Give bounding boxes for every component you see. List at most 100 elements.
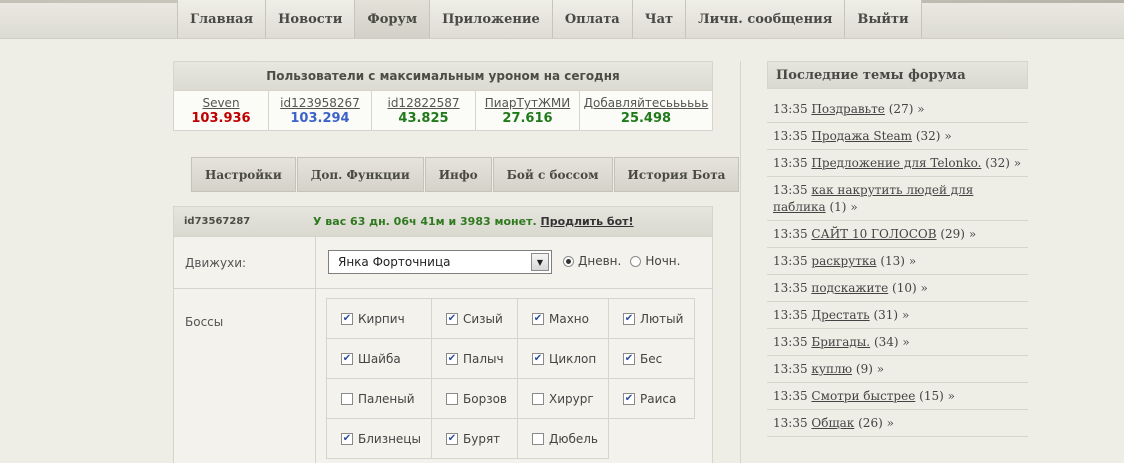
boss-raisa[interactable]: ✔ Раиса <box>609 379 695 419</box>
tab-settings[interactable]: Настройки <box>191 157 296 192</box>
boss-buryat[interactable]: ✔ Бурят <box>432 419 518 459</box>
topic-link[interactable]: Поздравьте <box>811 102 885 116</box>
nav-forum[interactable]: Форум <box>355 0 431 38</box>
topic-link[interactable]: Смотри быстрее <box>811 389 915 403</box>
checkbox[interactable] <box>341 392 353 405</box>
topic-more-link[interactable]: » <box>877 362 884 376</box>
nav-payment[interactable]: Оплата <box>552 0 633 38</box>
nav-messages[interactable]: Личн. сообщения <box>686 0 846 38</box>
list-item: 13:35 Продажа Steam (32) » <box>767 123 1028 150</box>
checkbox[interactable]: ✔ <box>446 432 458 445</box>
topic-more-link[interactable]: » <box>917 102 924 116</box>
topic-time: 13:35 <box>773 183 808 197</box>
boss-khirurg[interactable]: Хирург <box>518 379 609 419</box>
tab-info[interactable]: Инфо <box>424 157 492 192</box>
checkbox[interactable]: ✔ <box>532 312 544 325</box>
tab-boss-fight[interactable]: Бой с боссом <box>492 157 613 192</box>
topic-more-link[interactable]: » <box>969 227 976 241</box>
radio-day[interactable]: Дневн. <box>563 254 621 268</box>
boss-lyuty[interactable]: ✔ Лютый <box>609 299 695 339</box>
topic-count: (26) <box>858 416 883 430</box>
boss-shaiba[interactable]: ✔ Шайба <box>327 339 432 379</box>
topic-link[interactable]: Продажа Steam <box>811 129 912 143</box>
topic-link[interactable]: подскажите <box>811 281 888 295</box>
checkbox[interactable] <box>532 392 544 405</box>
boss-dyubel[interactable]: Дюбель <box>518 419 609 459</box>
top-user-name[interactable]: Seven <box>174 96 268 111</box>
radio-day-dot[interactable] <box>563 255 574 267</box>
boss-label: Циклоп <box>549 351 597 366</box>
checkbox[interactable]: ✔ <box>341 352 353 365</box>
radio-night[interactable]: Ночн. <box>630 254 680 268</box>
boss-borzov[interactable]: Борзов <box>432 379 518 419</box>
day-night-radio-group: Дневн. Ночн. <box>563 254 680 268</box>
topic-more-link[interactable]: » <box>1014 156 1021 170</box>
checkbox[interactable] <box>446 392 458 405</box>
boss-paleny[interactable]: Паленый <box>327 379 432 419</box>
topic-count: (32) <box>915 129 941 143</box>
top-user-name[interactable]: ПиарТутЖМИ <box>476 96 579 111</box>
boss-sizy[interactable]: ✔ Сизый <box>432 299 518 339</box>
nav-app[interactable]: Приложение <box>430 0 553 38</box>
checkbox[interactable]: ✔ <box>623 312 635 325</box>
topic-link[interactable]: Бригады. <box>811 335 870 349</box>
topic-link[interactable]: раскрутка <box>811 254 876 268</box>
top-user-name[interactable]: Добавляйтесьььььь <box>580 96 712 111</box>
radio-night-label: Ночн. <box>645 254 681 268</box>
list-item: 13:35 Бригады. (34) » <box>767 329 1028 356</box>
topic-more-link[interactable]: » <box>902 308 909 322</box>
top-user-name[interactable]: id123958267 <box>269 96 371 111</box>
nav-news[interactable]: Новости <box>266 0 356 38</box>
topic-more-link[interactable]: » <box>920 281 927 295</box>
top-users-row: Seven 103.936 id123958267 103.294 id1282… <box>174 91 712 130</box>
topic-more-link[interactable]: » <box>944 129 951 143</box>
checkbox[interactable]: ✔ <box>623 352 635 365</box>
topic-more-link[interactable]: » <box>887 416 894 430</box>
boss-tsiklop[interactable]: ✔ Циклоп <box>518 339 609 379</box>
boss-label: Близнецы <box>358 431 421 446</box>
topic-more-link[interactable]: » <box>850 200 857 214</box>
checkbox[interactable]: ✔ <box>532 352 544 365</box>
checkbox[interactable] <box>532 432 544 445</box>
checkbox[interactable]: ✔ <box>446 352 458 365</box>
nav-home[interactable]: Главная <box>178 0 267 38</box>
tab-bot-history[interactable]: История Бота <box>613 157 740 192</box>
top-user-score: 43.825 <box>398 111 449 126</box>
boss-kirpich[interactable]: ✔ Кирпич <box>327 299 432 339</box>
top-user-name[interactable]: id12822587 <box>372 96 475 111</box>
moves-select-value: Янка Форточница <box>338 255 451 269</box>
column-divider <box>740 61 741 463</box>
topic-more-link[interactable]: » <box>948 389 955 403</box>
top-user-3: id12822587 43.825 <box>372 91 476 130</box>
topic-count: (27) <box>888 102 914 116</box>
topic-link[interactable]: куплю <box>811 362 852 376</box>
topic-time: 13:35 <box>773 156 808 170</box>
topic-count: (10) <box>892 281 917 295</box>
radio-night-dot[interactable] <box>630 255 642 267</box>
boss-bes[interactable]: ✔ Бес <box>609 339 695 379</box>
nav-logout[interactable]: Выйти <box>845 0 922 38</box>
topic-time: 13:35 <box>773 129 808 143</box>
topic-link[interactable]: Дрестать <box>811 308 869 322</box>
checkbox[interactable]: ✔ <box>446 312 458 325</box>
extend-bot-link[interactable]: Продлить бот! <box>540 215 633 228</box>
topic-more-link[interactable]: » <box>909 254 916 268</box>
list-item: 13:35 раскрутка (13) » <box>767 248 1028 275</box>
bot-subnav: Настройки Доп. Функции Инфо Бой с боссом… <box>191 157 740 192</box>
topic-link[interactable]: Общак <box>811 416 854 430</box>
subscription-status: У вас 63 дн. 06ч 41м и 3983 монет. Продл… <box>313 207 634 237</box>
topic-more-link[interactable]: » <box>902 335 909 349</box>
moves-select[interactable]: Янка Форточница ▼ <box>328 250 552 274</box>
topic-link[interactable]: САЙТ 10 ГОЛОСОВ <box>811 227 936 241</box>
list-item: 13:35 САЙТ 10 ГОЛОСОВ (29) » <box>767 221 1028 248</box>
checkbox[interactable]: ✔ <box>623 392 635 405</box>
boss-palych[interactable]: ✔ Палыч <box>432 339 518 379</box>
topic-link[interactable]: Предложение для Telonko. <box>811 156 981 170</box>
nav-chat[interactable]: Чат <box>632 0 687 38</box>
checkbox[interactable]: ✔ <box>341 312 353 325</box>
tab-extra-functions[interactable]: Доп. Функции <box>296 157 424 192</box>
chevron-down-icon[interactable]: ▼ <box>531 253 549 271</box>
checkbox[interactable]: ✔ <box>341 432 353 445</box>
boss-makhno[interactable]: ✔ Махно <box>518 299 609 339</box>
boss-bliznetsy[interactable]: ✔ Близнецы <box>327 419 432 459</box>
